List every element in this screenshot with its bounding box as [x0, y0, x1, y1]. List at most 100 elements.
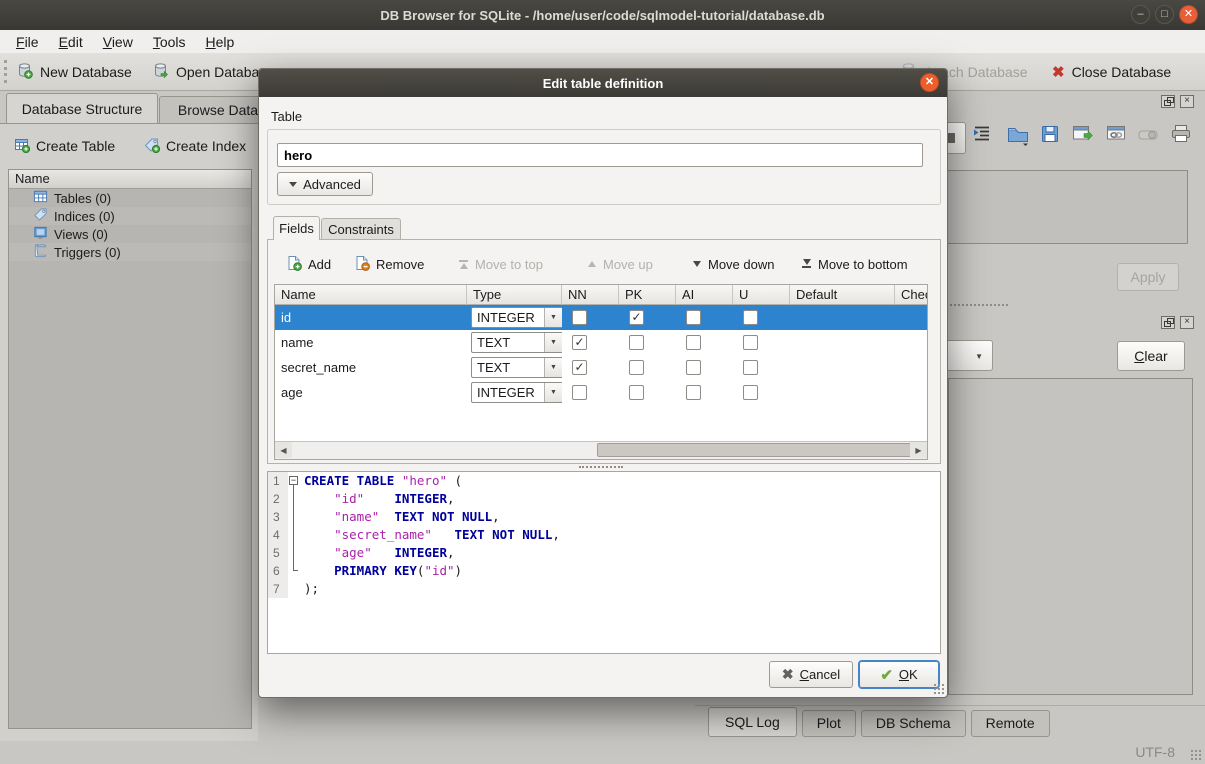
column-header-ai[interactable]: AI — [676, 285, 733, 305]
field-row-name[interactable]: nameTEXT▼ ✓ — [275, 330, 927, 355]
sql-log-area[interactable] — [948, 378, 1193, 695]
field-row-age[interactable]: ageINTEGER▼ — [275, 380, 927, 405]
column-header-nn[interactable]: NN — [562, 285, 619, 305]
clear-button[interactable]: Clear — [1117, 341, 1185, 371]
check-cell[interactable] — [895, 305, 928, 330]
toolbar-drag-handle[interactable] — [4, 60, 10, 83]
mdi-close-button[interactable]: × — [1180, 95, 1194, 108]
type-combobox[interactable]: INTEGER▼ — [471, 382, 562, 403]
tab-constraints[interactable]: Constraints — [321, 218, 401, 240]
column-header-u[interactable]: U — [733, 285, 790, 305]
ai-checkbox[interactable] — [686, 385, 701, 400]
close-database-button[interactable]: ✖ Close Database — [1052, 59, 1171, 84]
scroll-right-arrow[interactable]: ▶ — [910, 442, 927, 458]
create-table-button[interactable]: Create Table — [14, 134, 115, 158]
dialog-titlebar[interactable]: Edit table definition ✕ — [259, 69, 947, 97]
type-combobox[interactable]: TEXT▼ — [471, 357, 562, 378]
add-button[interactable]: Add — [286, 251, 331, 277]
menu-help[interactable]: Help — [196, 32, 245, 52]
bottom-tab-plot[interactable]: Plot — [802, 710, 856, 737]
cancel-button[interactable]: ✖ Cancel — [769, 661, 853, 688]
splitter-handle[interactable] — [950, 304, 1008, 306]
check-cell[interactable] — [895, 355, 928, 380]
minimize-button[interactable]: – — [1131, 5, 1150, 24]
close-button[interactable]: ✕ — [1179, 5, 1198, 24]
ok-button[interactable]: ✔ OK — [859, 661, 939, 688]
field-name-cell[interactable]: age — [275, 380, 467, 405]
advanced-button[interactable]: Advanced — [277, 172, 373, 196]
edit-cell-textarea[interactable] — [946, 170, 1188, 244]
dialog-resize-grip[interactable] — [933, 683, 945, 695]
field-row-id[interactable]: idINTEGER▼ ✓ — [275, 305, 927, 330]
default-cell[interactable] — [790, 355, 895, 380]
nn-checkbox[interactable] — [572, 310, 587, 325]
tree-item-tables[interactable]: Tables (0) — [9, 189, 251, 207]
dialog-splitter-handle[interactable] — [579, 466, 623, 468]
check-cell[interactable] — [895, 380, 928, 405]
mdi-close-button-2[interactable]: × — [1180, 316, 1194, 329]
column-header-default[interactable]: Default — [790, 285, 895, 305]
move-down-button[interactable]: Move down — [691, 251, 774, 277]
export-window-icon[interactable] — [1072, 124, 1094, 146]
nn-checkbox[interactable]: ✓ — [572, 360, 587, 375]
open-database-button[interactable]: Open Database — [152, 59, 274, 84]
default-cell[interactable] — [790, 380, 895, 405]
tree-column-header-name[interactable]: Name — [9, 170, 251, 189]
menu-tools[interactable]: Tools — [143, 32, 196, 52]
bottom-tab-remote[interactable]: Remote — [971, 710, 1050, 737]
mdi-restore-button[interactable] — [1161, 95, 1175, 108]
print-icon[interactable] — [1170, 124, 1192, 147]
pk-checkbox[interactable]: ✓ — [629, 310, 644, 325]
table-name-input[interactable] — [277, 143, 923, 167]
default-cell[interactable] — [790, 330, 895, 355]
column-header-pk[interactable]: PK — [619, 285, 676, 305]
tree-item-indices[interactable]: Indices (0) — [9, 207, 251, 225]
create-index-button[interactable]: Create Index — [144, 134, 246, 158]
check-cell[interactable] — [895, 330, 928, 355]
field-row-secret_name[interactable]: secret_nameTEXT▼ ✓ — [275, 355, 927, 380]
ai-checkbox[interactable] — [686, 335, 701, 350]
u-checkbox[interactable] — [743, 335, 758, 350]
pk-checkbox[interactable] — [629, 360, 644, 375]
column-header-type[interactable]: Type — [467, 285, 562, 305]
move-to-bottom-button[interactable]: Move to bottom — [801, 251, 908, 277]
import-file-icon[interactable] — [1006, 124, 1030, 149]
word-wrap-icon[interactable] — [972, 124, 992, 145]
scrollbar-thumb[interactable] — [597, 443, 917, 457]
u-checkbox[interactable] — [743, 310, 758, 325]
field-name-cell[interactable]: id — [275, 305, 467, 330]
mdi-restore-button-2[interactable] — [1161, 316, 1175, 329]
remove-button[interactable]: Remove — [354, 251, 424, 277]
save-icon[interactable] — [1040, 124, 1060, 147]
field-name-cell[interactable]: name — [275, 330, 467, 355]
column-header-check[interactable]: Check — [895, 285, 928, 305]
fold-collapse-icon[interactable]: − — [289, 476, 298, 485]
tab-database-structure[interactable]: Database Structure — [6, 93, 158, 123]
nn-checkbox[interactable] — [572, 385, 587, 400]
sql-preview-editor[interactable]: 1−CREATE TABLE "hero" (2 "id" INTEGER,3 … — [267, 471, 941, 654]
column-header-name[interactable]: Name — [275, 285, 467, 305]
dialog-close-button[interactable]: ✕ — [920, 73, 939, 92]
default-cell[interactable] — [790, 305, 895, 330]
fields-grid-hscrollbar[interactable]: ◀ ▶ — [275, 441, 927, 459]
menu-file[interactable]: File — [6, 32, 49, 52]
new-database-button[interactable]: New Database — [16, 59, 132, 84]
ai-checkbox[interactable] — [686, 360, 701, 375]
menu-view[interactable]: View — [93, 32, 143, 52]
menu-edit[interactable]: Edit — [49, 32, 93, 52]
fold-margin[interactable]: − — [288, 472, 300, 490]
tree-item-triggers[interactable]: Triggers (0) — [9, 243, 251, 261]
tab-fields[interactable]: Fields — [273, 216, 320, 240]
bottom-tab-sql-log[interactable]: SQL Log — [708, 707, 797, 737]
nn-checkbox[interactable]: ✓ — [572, 335, 587, 350]
window-resize-grip[interactable] — [1190, 749, 1202, 761]
type-combobox[interactable]: INTEGER▼ — [471, 307, 562, 328]
type-combobox[interactable]: TEXT▼ — [471, 332, 562, 353]
link-window-icon[interactable] — [1106, 124, 1128, 146]
u-checkbox[interactable] — [743, 385, 758, 400]
maximize-button[interactable]: □ — [1155, 5, 1174, 24]
tree-item-views[interactable]: Views (0) — [9, 225, 251, 243]
field-name-cell[interactable]: secret_name — [275, 355, 467, 380]
pk-checkbox[interactable] — [629, 335, 644, 350]
scroll-left-arrow[interactable]: ◀ — [275, 442, 292, 458]
